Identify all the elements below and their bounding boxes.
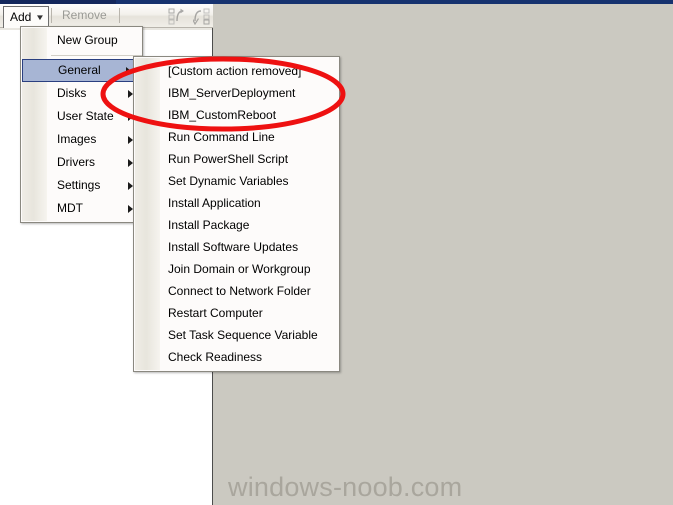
toolbar-separator-2 (119, 8, 120, 23)
add-button-label: Add (10, 10, 32, 24)
menu-item-label: IBM_ServerDeployment (168, 86, 296, 100)
menu-item-label: Run Command Line (168, 130, 275, 144)
menu-item-label: Drivers (57, 155, 95, 169)
submenu-item-join-domain-or-workgroup[interactable]: Join Domain or Workgroup (134, 258, 339, 280)
remove-button-label: Remove (62, 8, 107, 22)
toolbar: Add ▼ Remove (0, 4, 213, 28)
submenu-item-set-dynamic-variables[interactable]: Set Dynamic Variables (134, 170, 339, 192)
menu-item-label: Run PowerShell Script (168, 152, 289, 166)
menu-item-label: [Custom action removed] (168, 64, 302, 78)
menu-item-user-state[interactable]: User State (21, 105, 142, 128)
submenu-item-run-command-line[interactable]: Run Command Line (134, 126, 339, 148)
submenu-item-run-powershell-script[interactable]: Run PowerShell Script (134, 148, 339, 170)
submenu-item-install-package[interactable]: Install Package (134, 214, 339, 236)
submenu-item-install-software-updates[interactable]: Install Software Updates (134, 236, 339, 258)
submenu-item-ibm-customreboot[interactable]: IBM_CustomReboot (134, 104, 339, 126)
menu-item-general[interactable]: General (22, 59, 141, 82)
menu-item-settings[interactable]: Settings (21, 174, 142, 197)
menu-item-images[interactable]: Images (21, 128, 142, 151)
menu-item-label: Set Task Sequence Variable (168, 328, 318, 342)
watermark-text: windows-noob.com (228, 472, 463, 502)
add-menu-popup: New Group General Disks User State Image… (20, 26, 143, 223)
move-up-icon[interactable] (168, 8, 186, 25)
menu-item-label: Install Package (168, 218, 250, 232)
submenu-item-ibm-serverdeployment[interactable]: IBM_ServerDeployment (134, 82, 339, 104)
menu-item-label: Check Readiness (168, 350, 263, 364)
menu-item-label: Images (57, 132, 97, 146)
submenu-item-connect-to-network-folder[interactable]: Connect to Network Folder (134, 280, 339, 302)
submenu-item-custom-action-removed[interactable]: [Custom action removed] (134, 60, 339, 82)
remove-button[interactable]: Remove (56, 6, 113, 25)
menu-item-drivers[interactable]: Drivers (21, 151, 142, 174)
toolbar-separator-1 (51, 8, 52, 23)
menu-separator (51, 55, 142, 56)
menu-item-label: General (58, 63, 101, 77)
menu-item-label: Disks (57, 86, 87, 100)
submenu-item-restart-computer[interactable]: Restart Computer (134, 302, 339, 324)
menu-item-label: Set Dynamic Variables (168, 174, 289, 188)
menu-item-label: Settings (57, 178, 101, 192)
submenu-item-set-task-sequence-variable[interactable]: Set Task Sequence Variable (134, 324, 339, 346)
submenu-item-install-application[interactable]: Install Application (134, 192, 339, 214)
menu-item-new-group[interactable]: New Group (21, 29, 142, 52)
menu-item-disks[interactable]: Disks (21, 82, 142, 105)
menu-item-label: IBM_CustomReboot (168, 108, 277, 122)
menu-item-label: User State (57, 109, 114, 123)
move-down-icon[interactable] (193, 8, 211, 25)
menu-item-mdt[interactable]: MDT (21, 197, 142, 220)
general-submenu-popup: [Custom action removed] IBM_ServerDeploy… (133, 56, 340, 372)
menu-item-label: New Group (57, 33, 118, 47)
add-button[interactable]: Add ▼ (3, 6, 50, 28)
menu-item-label: Install Application (168, 196, 261, 210)
menu-item-label: Restart Computer (168, 306, 263, 320)
menu-item-label: Install Software Updates (168, 240, 299, 254)
menu-item-label: MDT (57, 201, 83, 215)
menu-item-label: Join Domain or Workgroup (168, 262, 311, 276)
submenu-arrow-icon (126, 66, 131, 75)
menu-item-label: Connect to Network Folder (168, 284, 311, 298)
submenu-item-check-readiness[interactable]: Check Readiness (134, 346, 339, 368)
toolbar-icon-group (168, 8, 216, 25)
